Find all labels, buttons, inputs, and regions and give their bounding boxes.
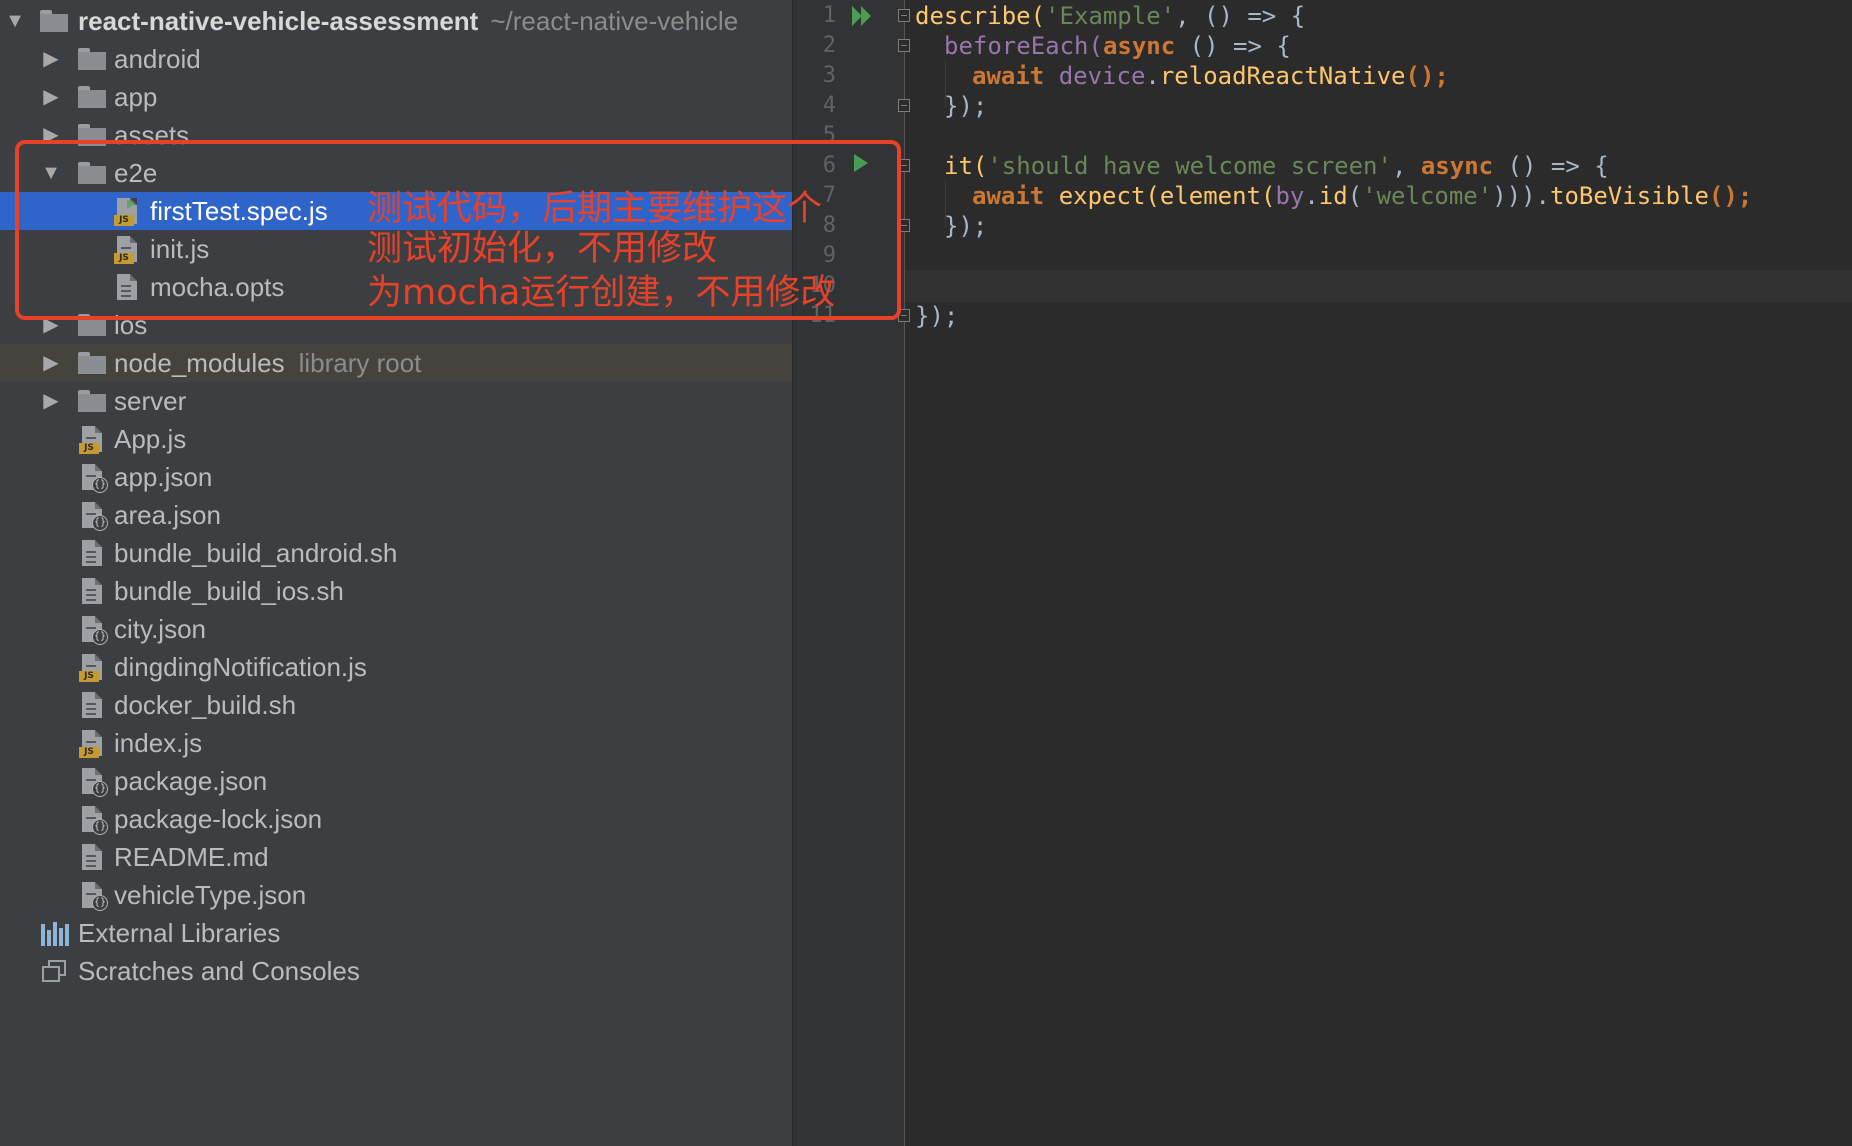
js-badge: JS bbox=[79, 443, 99, 454]
tree-item-label: city.json bbox=[114, 614, 206, 644]
tree-item-dingding-notification[interactable]: JS dingdingNotification.js bbox=[0, 648, 792, 686]
tree-item-label: android bbox=[114, 44, 201, 74]
tree-item-app-js[interactable]: JS App.js bbox=[0, 420, 792, 458]
tree-item-label: package.json bbox=[114, 766, 268, 796]
tree-root-row[interactable]: ▼ react-native-vehicle-assessment ~/react… bbox=[0, 2, 792, 40]
tree-item-app-json[interactable]: {} app.json bbox=[0, 458, 792, 496]
tree-item-label: README.md bbox=[114, 842, 269, 872]
json-badge: {} bbox=[92, 629, 108, 645]
text-file-icon bbox=[82, 578, 102, 604]
text-file-icon bbox=[82, 692, 102, 718]
current-line-highlight bbox=[905, 270, 1852, 302]
tree-item-node-modules[interactable]: ▶ node_modules library root bbox=[0, 344, 792, 382]
js-badge: JS bbox=[79, 671, 99, 682]
json-badge: {} bbox=[92, 477, 108, 493]
tree-item-package-lock-json[interactable]: {} package-lock.json bbox=[0, 800, 792, 838]
json-badge: {} bbox=[92, 895, 108, 911]
folder-icon bbox=[78, 48, 106, 70]
js-file-icon: JS bbox=[79, 730, 102, 758]
json-file-icon: {} bbox=[82, 464, 108, 493]
chevron-down-icon[interactable]: ▼ bbox=[5, 2, 25, 40]
line-number: 2 bbox=[822, 33, 836, 58]
fold-marker-icon[interactable] bbox=[898, 9, 910, 22]
line-number: 4 bbox=[822, 93, 836, 118]
tree-item-area-json[interactable]: {} area.json bbox=[0, 496, 792, 534]
code-line-1[interactable]: describe('Example', () => { bbox=[915, 1, 1305, 31]
json-file-icon: {} bbox=[82, 502, 108, 531]
text-file-icon bbox=[82, 844, 102, 870]
tree-item-docker-build[interactable]: docker_build.sh bbox=[0, 686, 792, 724]
tree-item-label: External Libraries bbox=[78, 918, 281, 948]
project-name: react-native-vehicle-assessment bbox=[78, 6, 479, 36]
folder-icon bbox=[78, 86, 106, 108]
tree-item-label: vehicleType.json bbox=[114, 880, 307, 910]
chevron-right-icon[interactable]: ▶ bbox=[41, 344, 61, 382]
scratches-icon bbox=[42, 960, 68, 984]
tree-item-bundle-build-ios[interactable]: bundle_build_ios.sh bbox=[0, 572, 792, 610]
run-all-tests-icon[interactable] bbox=[852, 6, 876, 26]
tree-item-label: index.js bbox=[114, 728, 203, 758]
tree-item-label: dingdingNotification.js bbox=[114, 652, 367, 682]
code-line-2[interactable]: beforeEach(async () => { bbox=[944, 31, 1291, 61]
tree-item-label: Scratches and Consoles bbox=[78, 956, 360, 986]
text-file-icon bbox=[82, 540, 102, 566]
tree-item-label: App.js bbox=[114, 424, 187, 454]
libraries-icon bbox=[41, 922, 69, 946]
tree-item-label: app.json bbox=[114, 462, 213, 492]
tree-item-app[interactable]: ▶ app bbox=[0, 78, 792, 116]
json-badge: {} bbox=[92, 515, 108, 531]
code-line-4[interactable]: }); bbox=[944, 91, 987, 121]
chevron-right-icon[interactable]: ▶ bbox=[41, 78, 61, 116]
line-number: 1 bbox=[822, 3, 836, 28]
js-file-icon: JS bbox=[79, 426, 102, 454]
tree-item-server[interactable]: ▶ server bbox=[0, 382, 792, 420]
tree-item-city-json[interactable]: {} city.json bbox=[0, 610, 792, 648]
library-root-hint: library root bbox=[298, 348, 422, 378]
annotation-note-firsttest: 测试代码，后期主要维护这个 bbox=[367, 189, 823, 229]
code-line-6[interactable]: it('should have welcome screen', async (… bbox=[944, 151, 1609, 181]
tree-item-android[interactable]: ▶ android bbox=[0, 40, 792, 78]
annotation-note-init: 测试初始化，不用修改 bbox=[367, 229, 718, 269]
tree-item-label: node_modules bbox=[114, 348, 285, 378]
tree-item-label: server bbox=[114, 386, 187, 416]
tree-item-label: bundle_build_android.sh bbox=[114, 538, 398, 568]
json-badge: {} bbox=[92, 819, 108, 835]
tree-item-readme[interactable]: README.md bbox=[0, 838, 792, 876]
folder-icon bbox=[40, 10, 68, 32]
json-file-icon: {} bbox=[82, 768, 108, 797]
folder-icon bbox=[78, 390, 106, 412]
tree-item-vehicle-type-json[interactable]: {} vehicleType.json bbox=[0, 876, 792, 914]
tree-item-label: docker_build.sh bbox=[114, 690, 297, 720]
code-line-8[interactable]: }); bbox=[944, 211, 987, 241]
chevron-right-icon[interactable]: ▶ bbox=[41, 40, 61, 78]
tree-item-external-libraries[interactable]: External Libraries bbox=[0, 914, 792, 952]
code-line-7[interactable]: await expect(element(by.id('welcome'))).… bbox=[972, 181, 1752, 211]
tree-item-label: app bbox=[114, 82, 158, 112]
json-badge: {} bbox=[92, 781, 108, 797]
tree-item-bundle-build-android[interactable]: bundle_build_android.sh bbox=[0, 534, 792, 572]
line-number: 3 bbox=[822, 63, 836, 88]
tree-item-label: bundle_build_ios.sh bbox=[114, 576, 344, 606]
json-file-icon: {} bbox=[82, 806, 108, 835]
js-badge: JS bbox=[79, 747, 99, 758]
folder-icon bbox=[78, 352, 106, 374]
code-line-3[interactable]: await device.reloadReactNative(); bbox=[972, 61, 1449, 91]
json-file-icon: {} bbox=[82, 616, 108, 645]
chevron-right-icon[interactable]: ▶ bbox=[41, 382, 61, 420]
fold-marker-icon[interactable] bbox=[898, 39, 910, 52]
code-line-11[interactable]: }); bbox=[915, 301, 958, 331]
tree-item-label: area.json bbox=[114, 500, 221, 530]
tree-item-label: package-lock.json bbox=[114, 804, 323, 834]
tree-item-index-js[interactable]: JS index.js bbox=[0, 724, 792, 762]
tree-item-package-json[interactable]: {} package.json bbox=[0, 762, 792, 800]
project-path: ~/react-native-vehicle bbox=[490, 6, 739, 36]
annotation-note-mocha: 为mocha运行创建，不用修改 bbox=[367, 273, 836, 313]
js-file-icon: JS bbox=[79, 654, 102, 682]
tree-item-scratches[interactable]: Scratches and Consoles bbox=[0, 952, 792, 990]
json-file-icon: {} bbox=[82, 882, 108, 911]
fold-marker-icon[interactable] bbox=[898, 99, 910, 112]
